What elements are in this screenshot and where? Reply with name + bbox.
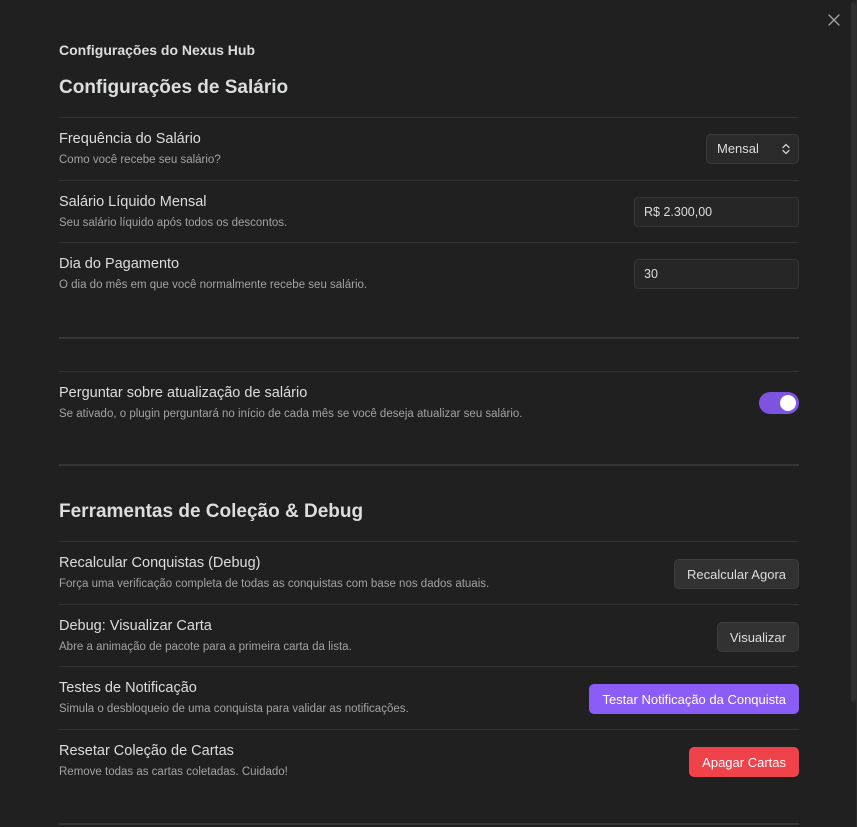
setting-description: O dia do mês em que você normalmente rec…	[59, 279, 368, 291]
setting-row-reset-collection: Resetar Coleção de Cartas Remove todas a…	[59, 729, 799, 792]
setting-description: Remove todas as cartas coletadas. Cuidad…	[59, 766, 288, 778]
setting-name: Debug: Visualizar Carta	[59, 618, 212, 634]
select-value: Mensal	[717, 141, 759, 156]
setting-name: Recalcular Conquistas (Debug)	[59, 555, 261, 571]
setting-row-pay-day: Dia do Pagamento O dia do mês em que voc…	[59, 242, 799, 305]
setting-name: Dia do Pagamento	[59, 256, 180, 272]
setting-name: Testes de Notificação	[59, 680, 197, 696]
setting-row-notification-test: Testes de Notificação Simula o desbloque…	[59, 666, 799, 729]
setting-row-net-salary: Salário Líquido Mensal Seu salário líqui…	[59, 180, 799, 243]
close-icon	[828, 14, 840, 26]
section-divider	[59, 464, 799, 466]
tools-section-heading: Ferramentas de Coleção & Debug	[59, 501, 364, 522]
settings-modal: Configurações do Nexus Hub Configurações…	[0, 0, 857, 827]
setting-description: Abre a animação de pacote para a primeir…	[59, 641, 352, 653]
setting-name: Frequência do Salário	[59, 131, 201, 147]
salary-section-heading: Configurações de Salário	[59, 77, 289, 98]
update-prompt-toggle[interactable]	[759, 392, 799, 414]
view-card-button[interactable]: Visualizar	[716, 622, 799, 652]
setting-row-update-prompt: Perguntar sobre atualização de salário S…	[59, 371, 799, 434]
setting-description: Simula o desbloqueio de uma conquista pa…	[59, 703, 409, 715]
scrollbar[interactable]	[851, 0, 857, 827]
setting-row-view-card: Debug: Visualizar Carta Abre a animação …	[59, 604, 799, 667]
setting-description: Força uma verificação completa de todas …	[59, 578, 490, 590]
setting-row-recalc-achievements: Recalcular Conquistas (Debug) Força uma …	[59, 541, 799, 604]
test-notification-button[interactable]: Testar Notificação da Conquista	[589, 684, 799, 714]
setting-name: Perguntar sobre atualização de salário	[59, 385, 308, 401]
setting-row-salary-frequency: Frequência do Salário Como você recebe s…	[59, 117, 799, 180]
pay-day-input[interactable]: 30	[634, 259, 799, 289]
delete-cards-button[interactable]: Apagar Cartas	[689, 747, 799, 777]
net-salary-input[interactable]: R$ 2.300,00	[634, 197, 799, 227]
setting-name: Salário Líquido Mensal	[59, 194, 207, 210]
setting-name: Resetar Coleção de Cartas	[59, 743, 234, 759]
setting-description: Seu salário líquido após todos os descon…	[59, 217, 288, 229]
toggle-knob	[780, 395, 796, 411]
close-button[interactable]	[824, 10, 844, 30]
salary-frequency-select[interactable]: Mensal	[706, 134, 799, 164]
setting-description: Se ativado, o plugin perguntará no iníci…	[59, 408, 523, 420]
setting-description: Como você recebe seu salário?	[59, 154, 221, 166]
page-title: Configurações do Nexus Hub	[59, 42, 256, 58]
section-divider	[59, 337, 799, 339]
chevron-updown-icon	[782, 143, 790, 155]
recalculate-now-button[interactable]: Recalcular Agora	[674, 559, 799, 589]
section-divider	[59, 823, 799, 825]
scrollbar-thumb[interactable]	[851, 2, 856, 702]
